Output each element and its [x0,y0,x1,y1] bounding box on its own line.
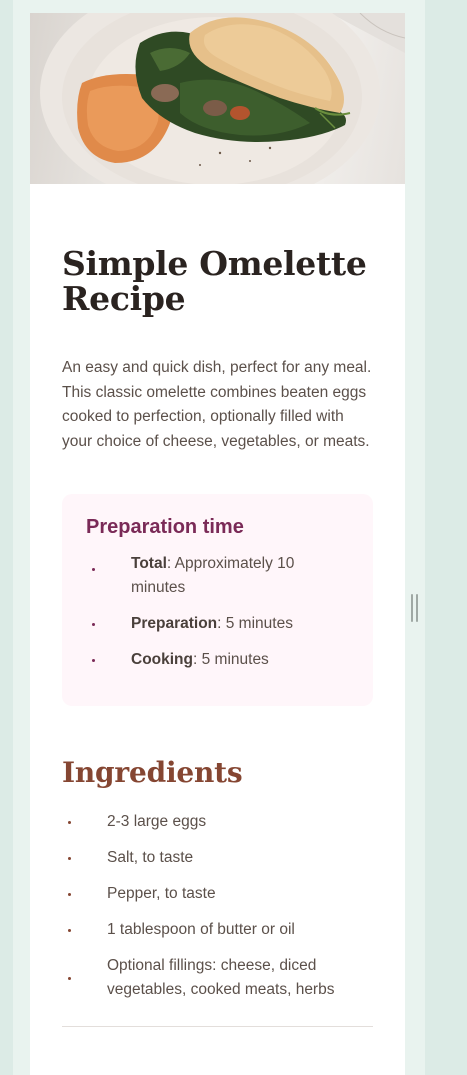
bullet-icon [68,977,71,980]
ingredient-text: 1 tablespoon of butter or oil [107,921,295,938]
ingredient-text: 2-3 large eggs [107,813,207,830]
list-item: Pepper, to taste [62,882,373,906]
bullet-icon [68,893,71,896]
resize-handle-icon[interactable] [411,594,418,622]
ingredients-list: 2-3 large eggs Salt, to taste Pepper, to… [62,810,373,1002]
preparation-label: Total [131,555,167,572]
handle-bar [416,594,418,622]
bullet-icon [92,659,95,662]
recipe-intro: An easy and quick dish, perfect for any … [62,359,372,450]
list-item: Optional fillings: cheese, diced vegetab… [62,954,373,1002]
recipe-content: Simple Omelette Recipe An easy and quick… [30,246,405,1027]
ingredient-text: Pepper, to taste [107,885,216,902]
preparation-label: Preparation [131,615,218,632]
preparation-item-cooking: Cooking: 5 minutes [86,648,349,672]
bullet-icon [68,857,71,860]
preparation-list: Total: Approximately 10 minutes Preparat… [86,552,349,672]
preparation-label: Cooking [131,651,193,668]
recipe-image [30,13,405,184]
page-title: Simple Omelette Recipe [62,244,367,318]
preparation-item-preparation: Preparation: 5 minutes [86,612,349,636]
browser-viewport: Simple Omelette Recipe An easy and quick… [13,0,425,1075]
ingredients-heading: Ingredients [62,756,243,789]
handle-bar [411,594,413,622]
recipe-card: Simple Omelette Recipe An easy and quick… [30,13,405,1075]
omelette-image-icon [40,13,405,184]
list-item: Salt, to taste [62,846,373,870]
list-item: 1 tablespoon of butter or oil [62,918,373,942]
preparation-value: : 5 minutes [217,615,293,632]
bullet-icon [68,821,71,824]
ingredients-section: Ingredients 2-3 large eggs Salt, to tast… [62,756,373,1027]
bullet-icon [92,568,95,571]
ingredient-text: Optional fillings: cheese, diced vegetab… [107,957,335,998]
section-divider [62,1026,373,1027]
ingredient-text: Salt, to taste [107,849,194,866]
bullet-icon [92,623,95,626]
preparation-heading: Preparation time [86,516,244,538]
preparation-value: : 5 minutes [193,651,269,668]
preparation-time-box: Preparation time Total: Approximately 10… [62,494,373,706]
preparation-item-total: Total: Approximately 10 minutes [86,552,349,600]
list-item: 2-3 large eggs [62,810,373,834]
bullet-icon [68,929,71,932]
